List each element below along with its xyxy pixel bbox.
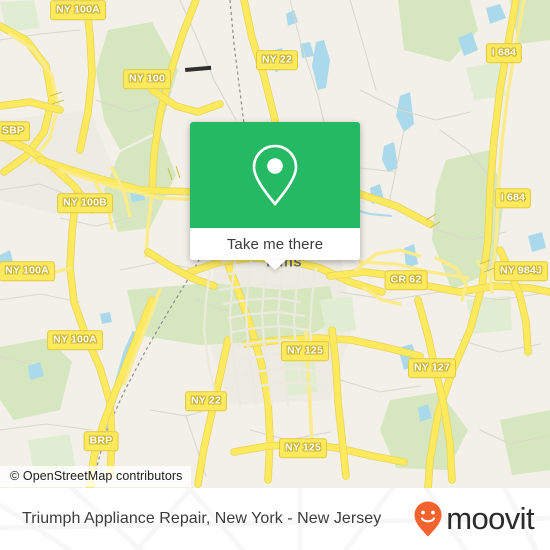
location-popup-card[interactable]: Take me there [190, 122, 360, 270]
road-shield: NY 127 [407, 358, 457, 378]
footer-bar: Triumph Appliance Repair, New York - New… [0, 488, 550, 550]
road-shield: NY 100A [50, 0, 106, 20]
road-shield: NY 984J [493, 261, 549, 281]
popup-icon-panel [190, 122, 360, 228]
road-shield: I 684 [494, 188, 532, 208]
road-shield: NY 125 [278, 438, 328, 458]
road-shield: BRP [83, 431, 119, 451]
road-shield: NY 125 [280, 341, 330, 361]
road-shield: SBP [0, 121, 31, 141]
moovit-map-screenshot: .rdM { fill:none; stroke:#fdea5c; stroke… [0, 0, 550, 550]
road-shield: NY 22 [185, 391, 227, 411]
moovit-logo: moovit [413, 500, 535, 538]
map-attribution[interactable]: © OpenStreetMap contributors [0, 466, 191, 487]
page-title: Triumph Appliance Repair, New York - New… [22, 510, 382, 527]
popup-tail [264, 260, 286, 270]
take-me-there-button[interactable]: Take me there [190, 228, 360, 270]
map-canvas[interactable]: .rdM { fill:none; stroke:#fdea5c; stroke… [0, 0, 550, 488]
moovit-pin-icon [414, 501, 442, 537]
moovit-wordmark: moovit [446, 500, 534, 536]
road-shield: NY 100 [122, 69, 172, 89]
location-pin-icon [252, 144, 298, 207]
take-me-there-label: Take me there [226, 235, 324, 253]
road-shield: NY 100A [0, 261, 55, 281]
road-shield: I 684 [485, 43, 523, 63]
road-shield: CR 62 [384, 270, 428, 290]
road-shield: NY 22 [256, 50, 298, 70]
road-shield: NY 100A [47, 330, 103, 350]
road-shield: NY 100B [57, 193, 113, 213]
